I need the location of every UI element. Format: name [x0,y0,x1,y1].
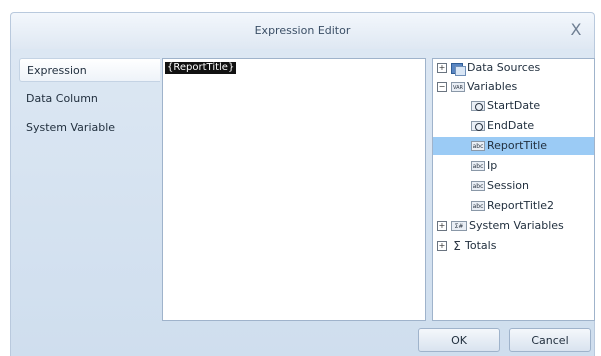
variables-icon: VAR [451,82,465,92]
tree-node-label: ReportTitle [487,139,548,152]
expression-editor-dialog: Expression Editor X Expression Data Colu… [0,0,601,356]
tree-node-label: Ip [487,159,498,172]
tree-node-reporttitle[interactable]: abc ReportTitle [433,137,594,155]
string-icon: abc [471,141,485,151]
sidebar: Expression Data Column System Variable [11,49,160,356]
collapse-icon[interactable]: − [437,82,447,92]
expand-icon[interactable]: + [437,241,447,251]
data-tree[interactable]: + Data Sources − VARVariables StartDate [432,58,595,321]
tree-node-ip[interactable]: abc Ip [433,157,594,175]
expand-icon[interactable]: + [437,221,447,231]
dialog-title: Expression Editor [254,24,351,37]
tree-node-label: EndDate [487,119,535,132]
datetime-icon [471,121,485,131]
sidebar-item-expression[interactable]: Expression [19,58,160,82]
sigma-icon: Σ [453,239,461,253]
string-icon: abc [471,181,485,191]
tree-node-session[interactable]: abc Session [433,177,594,195]
ok-button[interactable]: OK [418,328,500,352]
tree-node-enddate[interactable]: EndDate [433,117,594,135]
tree-node-label: Variables [467,80,518,93]
database-icon [451,62,466,76]
tree-node-label: Data Sources [467,61,541,74]
sidebar-item-system-variable[interactable]: System Variable [19,116,160,140]
tree-node-label: StartDate [487,99,541,112]
datetime-icon [471,101,485,111]
dialog-body: Expression Data Column System Variable {… [10,49,595,356]
tree-node-variables[interactable]: − VAR Variables [437,78,594,96]
cancel-button[interactable]: Cancel [509,328,591,352]
tree-node-label: System Variables [469,219,564,232]
expression-text: {ReportTitle} [165,62,237,74]
tree-node-system-variables[interactable]: + Σ# System Variables [437,217,594,235]
expand-icon[interactable]: + [437,63,447,73]
tree-node-startdate[interactable]: StartDate [433,97,594,115]
tree-node-totals[interactable]: + Σ Totals [437,237,594,255]
string-icon: abc [471,161,485,171]
system-variables-icon: Σ# [451,221,467,231]
expression-text-area[interactable]: {ReportTitle} [162,58,426,321]
tree-node-label: ReportTitle2 [487,199,555,212]
close-icon[interactable]: X [568,21,584,39]
tree-node-label: Session [487,179,529,192]
tree-node-label: Totals [465,239,497,252]
string-icon: abc [471,201,485,211]
title-bar: Expression Editor X [10,12,595,49]
tree-node-data-sources[interactable]: + Data Sources [437,59,594,77]
tree-node-reporttitle2[interactable]: abc ReportTitle2 [433,197,594,215]
sidebar-item-data-column[interactable]: Data Column [19,87,160,111]
